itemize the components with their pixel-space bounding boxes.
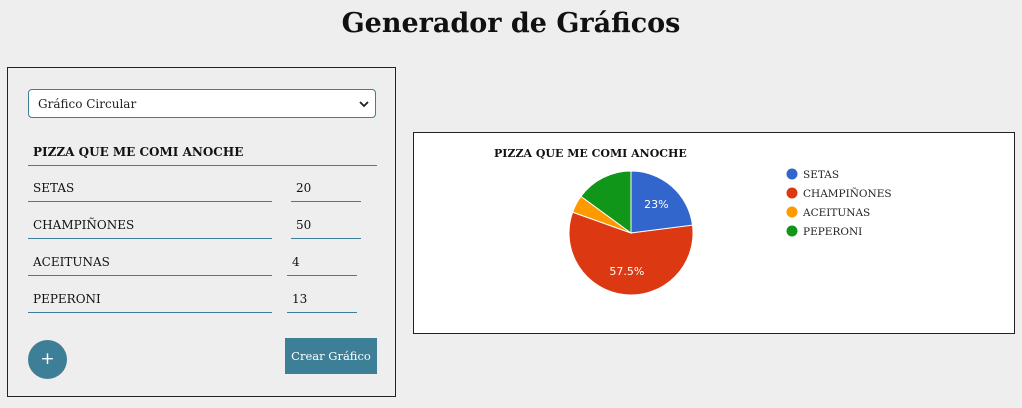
- row-label-input[interactable]: PEPERONI: [28, 289, 272, 313]
- page: Generador de Gráficos Gráfico Circular P…: [0, 0, 1022, 408]
- chevron-down-icon: [359, 101, 369, 108]
- row-label-input[interactable]: CHAMPIÑONES: [28, 215, 272, 239]
- add-row-button[interactable]: +: [28, 340, 67, 379]
- row-label-input[interactable]: SETAS: [28, 178, 272, 202]
- legend-marker: [786, 187, 798, 199]
- legend-marker: [786, 206, 798, 218]
- legend-label: SETAS: [803, 169, 839, 181]
- row-label-input[interactable]: ACEITUNAS: [28, 252, 272, 276]
- chart-title-input[interactable]: PIZZA QUE ME COMI ANOCHE: [28, 142, 377, 166]
- pie-slice-label: 57.5%: [609, 265, 644, 278]
- legend-label: ACEITUNAS: [802, 207, 870, 219]
- row-value-input[interactable]: 4: [287, 252, 357, 276]
- pie-slice-label: 23%: [644, 198, 668, 211]
- legend-label: PEPERONI: [803, 226, 862, 238]
- chart-type-selected-value: Gráfico Circular: [38, 97, 137, 111]
- row-value-input[interactable]: 50: [291, 215, 361, 239]
- legend-marker: [786, 225, 798, 237]
- chart-panel: PIZZA QUE ME COMI ANOCHE 23% 57.5% SETAS C…: [413, 132, 1015, 334]
- legend-label: CHAMPIÑONES: [803, 186, 892, 200]
- create-chart-button[interactable]: Crear Gráfico: [285, 338, 377, 374]
- pie-chart: PIZZA QUE ME COMI ANOCHE 23% 57.5% SETAS C…: [494, 147, 892, 296]
- page-title: Generador de Gráficos: [341, 8, 681, 39]
- row-value-input[interactable]: 13: [287, 289, 357, 313]
- chart-title: PIZZA QUE ME COMI ANOCHE: [494, 147, 687, 160]
- chart-type-select[interactable]: Gráfico Circular: [28, 89, 376, 118]
- chart-form-panel: Gráfico Circular PIZZA QUE ME COMI ANOCH…: [7, 67, 396, 397]
- legend-marker: [786, 168, 798, 180]
- row-value-input[interactable]: 20: [291, 178, 361, 202]
